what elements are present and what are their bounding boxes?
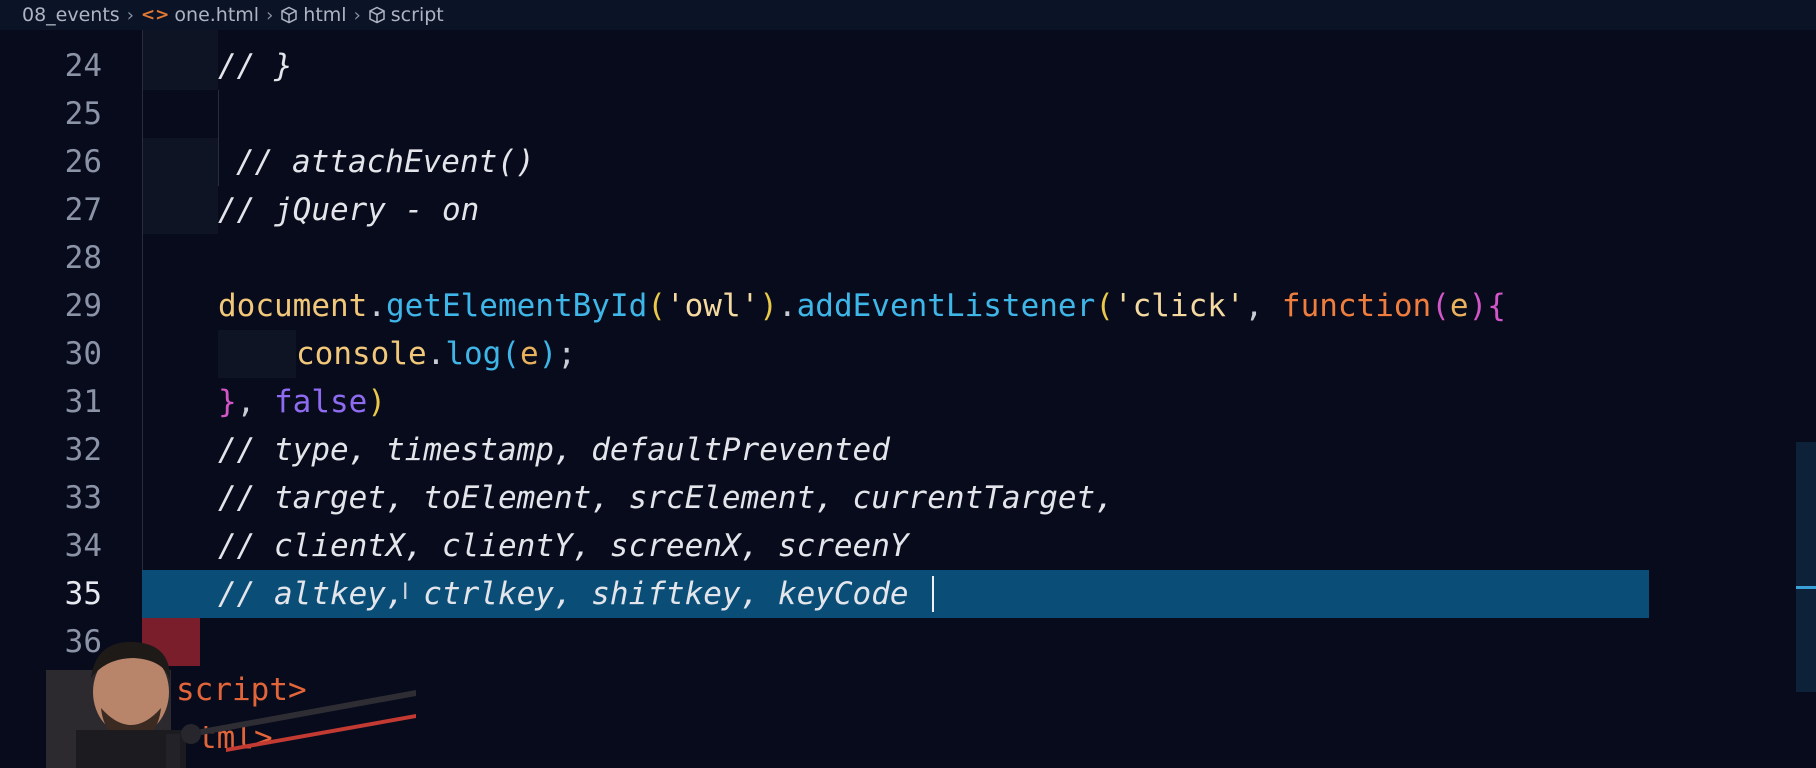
presenter-image (46, 641, 416, 768)
token-paren: ( (1095, 288, 1114, 324)
token-punctuation: ; (557, 336, 577, 372)
line-text: // clientX, clientY, screenX, screenY (218, 528, 909, 564)
code-line: 29 document.getElementById('owl').addEve… (0, 282, 1816, 330)
token-punctuation: , (236, 384, 274, 420)
token-punctuation: , (1244, 288, 1282, 324)
vertical-scrollbar[interactable] (1796, 442, 1816, 692)
token-punctuation: . (367, 288, 386, 324)
line-number: 24 (64, 48, 102, 84)
line-number: 28 (64, 240, 102, 276)
token-punctuation: . (777, 288, 797, 324)
token-parameter: e (1449, 288, 1469, 324)
chevron-right-icon: › (353, 4, 361, 26)
token-paren: ) (759, 288, 778, 324)
token-paren: ( (647, 288, 666, 324)
token-method: log (445, 336, 502, 372)
code-line: 28 (0, 234, 1816, 282)
code-line: 32 // type, timestamp, defaultPrevented (0, 426, 1816, 474)
code-line: 27 // jQuery - on (0, 186, 1816, 234)
breadcrumb: 08_events › <> one.html › html › script (0, 0, 1816, 30)
line-text: // jQuery - on (218, 192, 480, 228)
token-method: addEventListener (796, 288, 1096, 324)
line-text: // type, timestamp, defaultPrevented (218, 432, 890, 468)
code-line: 24 // } (0, 42, 1816, 90)
breadcrumb-file[interactable]: <> one.html (141, 4, 259, 26)
text-cursor (932, 576, 934, 612)
line-number: 33 (64, 480, 102, 516)
symbol-element-icon (368, 6, 386, 24)
line-number: 35 (64, 576, 102, 612)
html-file-icon: <> (140, 5, 170, 25)
i-beam-cursor-icon: I (402, 580, 409, 605)
line-text: // attachEvent() (236, 144, 535, 180)
breadcrumb-script[interactable]: script (368, 4, 444, 26)
code-line: 31 }, false) (0, 378, 1816, 426)
line-number: 34 (64, 528, 102, 564)
breadcrumb-html-label: html (303, 4, 347, 26)
code-line: 26 // attachEvent() (0, 138, 1816, 186)
line-text: // altkey, ctrlkey, shiftkey, keyCode (218, 576, 909, 612)
token-punctuation: . (426, 336, 446, 372)
code-line: 34 // clientX, clientY, screenX, screenY (0, 522, 1816, 570)
token-identifier: document (218, 288, 368, 324)
line-number: 26 (64, 144, 102, 180)
line-number: 29 (64, 288, 102, 324)
line-text: }, false) (218, 378, 386, 426)
line-text: // target, toElement, srcElement, curren… (218, 480, 1114, 516)
token-paren: ) (1468, 288, 1488, 324)
breadcrumb-file-label: one.html (174, 4, 260, 26)
token-paren: ( (1431, 288, 1450, 324)
token-brace: { (1487, 288, 1506, 324)
breadcrumb-html[interactable]: html (280, 4, 347, 26)
token-paren: ( (501, 336, 520, 372)
code-line-active: 35 // altkey, ctrlkey, shiftkey, keyCode (0, 570, 1816, 618)
chevron-right-icon: › (126, 4, 134, 26)
token-method: getElementById (385, 288, 648, 324)
breadcrumb-script-label: script (390, 4, 444, 26)
token-argument: e (520, 336, 539, 372)
token-keyword: function (1281, 288, 1432, 324)
code-line: 25 (0, 90, 1816, 138)
code-line: 33 // target, toElement, srcElement, cur… (0, 474, 1816, 522)
editor-window: 08_events › <> one.html › html › script (0, 0, 1816, 768)
breadcrumb-folder-label: 08_events (22, 4, 120, 26)
code-line: 30 console.log(e); (0, 330, 1816, 378)
line-text: document.getElementById('owl').addEventL… (218, 282, 1506, 330)
line-text: // } (218, 48, 293, 84)
token-string: 'owl' (665, 288, 760, 324)
line-number: 25 (64, 96, 102, 132)
token-brace: } (218, 384, 237, 420)
token-paren: ) (538, 336, 558, 372)
line-number: 31 (64, 384, 102, 420)
line-number: 27 (64, 192, 102, 228)
token-boolean: false (274, 384, 368, 420)
token-identifier: console (296, 336, 427, 372)
breadcrumb-folder[interactable]: 08_events (22, 4, 120, 26)
scrollbar-cursor-marker (1796, 586, 1816, 589)
webcam-overlay (46, 630, 416, 768)
line-text: console.log(e); (296, 330, 576, 378)
symbol-element-icon (280, 6, 298, 24)
line-number: 32 (64, 432, 102, 468)
line-number: 30 (64, 336, 102, 372)
token-string: 'click' (1113, 288, 1245, 324)
token-paren: ) (367, 384, 386, 420)
chevron-right-icon: › (266, 4, 274, 26)
